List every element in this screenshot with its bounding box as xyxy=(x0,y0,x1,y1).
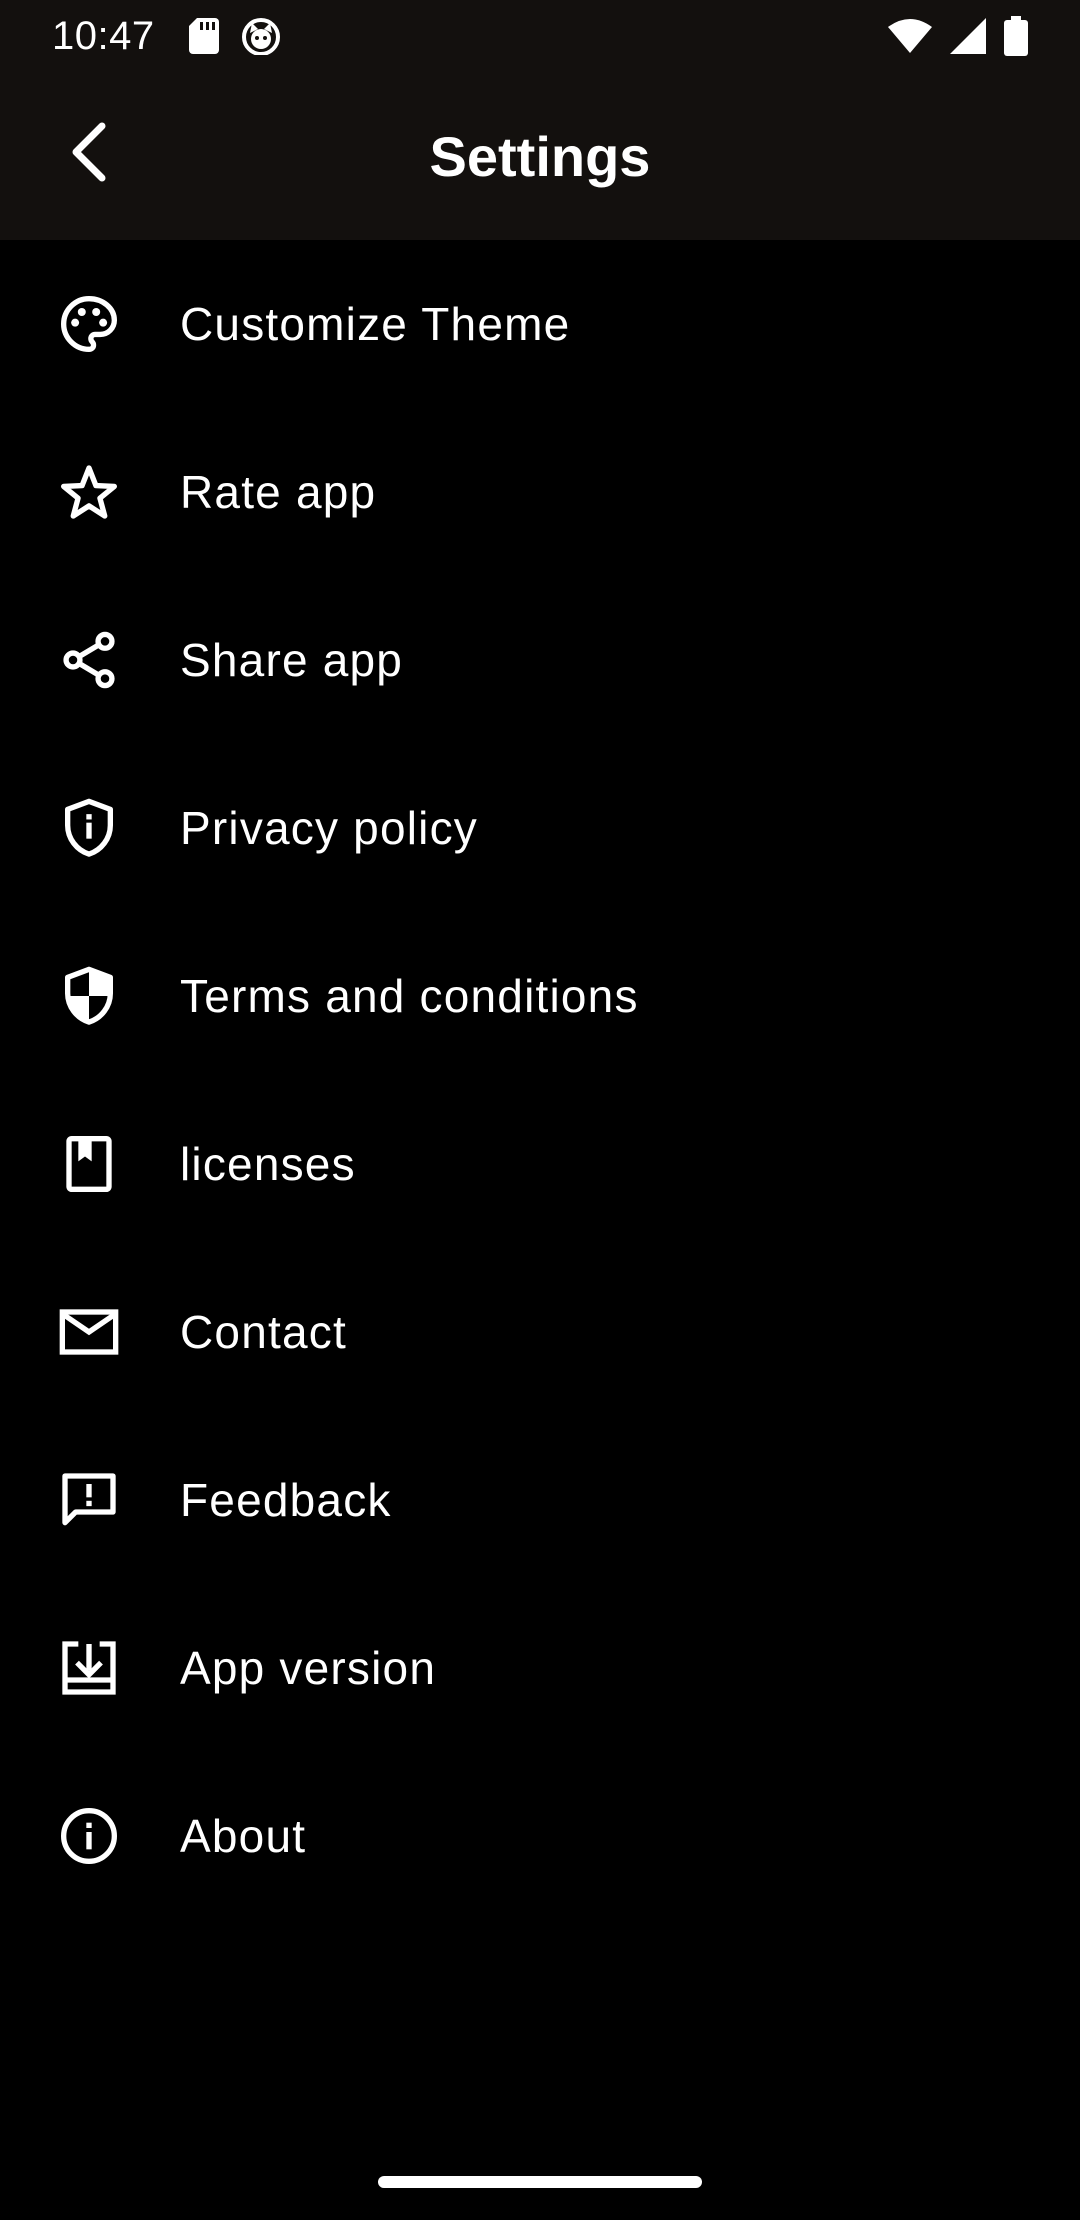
settings-item-privacy-policy[interactable]: Privacy policy xyxy=(0,744,1080,912)
settings-item-terms-and-conditions[interactable]: Terms and conditions xyxy=(0,912,1080,1080)
settings-item-label: Customize Theme xyxy=(180,298,571,350)
settings-item-contact[interactable]: Contact xyxy=(0,1248,1080,1416)
page-title: Settings xyxy=(429,124,651,188)
shield-half-icon xyxy=(0,912,180,1080)
settings-item-label: Feedback xyxy=(180,1474,392,1526)
settings-item-label: Rate app xyxy=(180,466,377,518)
home-indicator[interactable] xyxy=(378,2176,702,2188)
signal-icon xyxy=(950,18,986,54)
wifi-icon xyxy=(888,19,932,53)
settings-item-label: licenses xyxy=(180,1138,356,1190)
status-system-icons xyxy=(888,16,1028,56)
settings-item-label: Contact xyxy=(180,1306,347,1358)
settings-item-label: App version xyxy=(180,1642,437,1694)
book-bookmark-icon xyxy=(0,1080,180,1248)
status-bar: 10:47 xyxy=(0,0,1080,72)
settings-item-customize-theme[interactable]: Customize Theme xyxy=(0,240,1080,408)
cat-face-icon xyxy=(241,17,281,55)
settings-item-label: About xyxy=(180,1810,307,1862)
star-icon xyxy=(0,408,180,576)
settings-item-about[interactable]: About xyxy=(0,1752,1080,1920)
chevron-left-icon xyxy=(66,122,110,187)
sd-card-icon xyxy=(188,18,219,54)
palette-icon xyxy=(0,240,180,408)
settings-item-label: Share app xyxy=(180,634,404,686)
info-icon xyxy=(0,1752,180,1920)
battery-icon xyxy=(1004,16,1028,56)
share-icon xyxy=(0,576,180,744)
mail-icon xyxy=(0,1248,180,1416)
shield-info-icon xyxy=(0,744,180,912)
settings-item-rate-app[interactable]: Rate app xyxy=(0,408,1080,576)
settings-item-licenses[interactable]: licenses xyxy=(0,1080,1080,1248)
download-box-icon xyxy=(0,1584,180,1752)
settings-item-label: Privacy policy xyxy=(180,802,478,854)
app-bar: Settings xyxy=(0,72,1080,240)
back-button[interactable] xyxy=(44,110,132,198)
status-notification-icons xyxy=(188,17,281,55)
settings-item-share-app[interactable]: Share app xyxy=(0,576,1080,744)
settings-item-label: Terms and conditions xyxy=(180,970,639,1022)
feedback-icon xyxy=(0,1416,180,1584)
settings-list: Customize Theme Rate app Share app Priva… xyxy=(0,240,1080,1920)
status-time: 10:47 xyxy=(52,13,155,58)
settings-item-app-version[interactable]: App version xyxy=(0,1584,1080,1752)
settings-item-feedback[interactable]: Feedback xyxy=(0,1416,1080,1584)
